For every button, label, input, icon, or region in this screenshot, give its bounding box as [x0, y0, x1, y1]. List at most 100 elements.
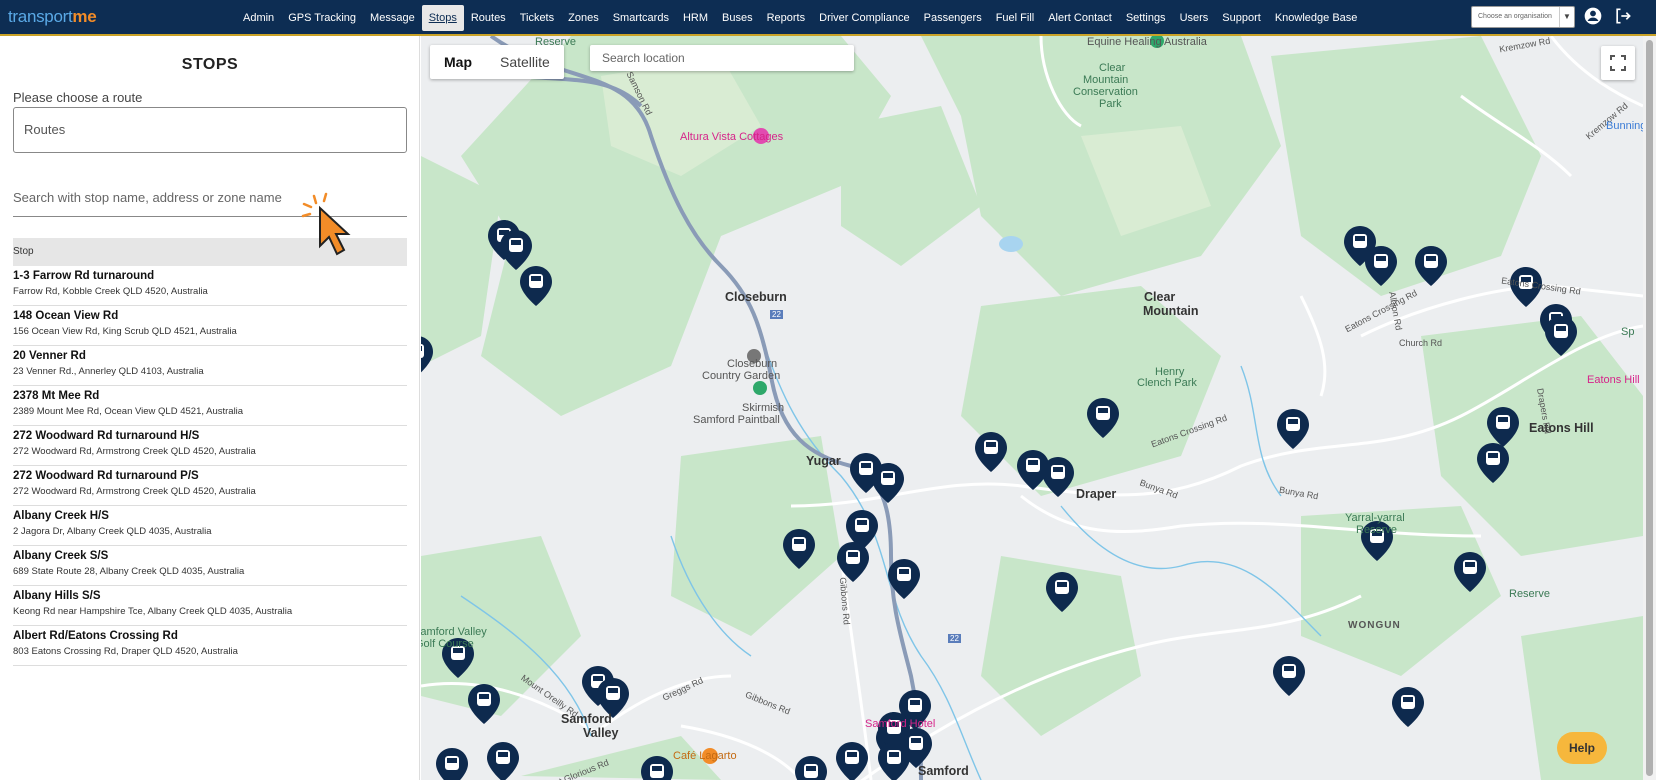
stop-name: 20 Venner Rd	[13, 350, 86, 362]
account-icon[interactable]	[1583, 6, 1603, 26]
town-yugar: Yugar	[806, 454, 841, 468]
stop-list-item[interactable]: 20 Venner Rd 23 Venner Rd., Annerley QLD …	[13, 346, 407, 386]
route-select[interactable]: Routes	[13, 107, 407, 153]
bus-stop-marker[interactable]	[436, 748, 468, 780]
place-altura: Altura Vista Cottages	[680, 131, 784, 143]
nav-item-driver-compliance[interactable]: Driver Compliance	[812, 5, 916, 31]
town-eatons-hill-1: Eatons Hill	[1587, 374, 1640, 386]
nav-item-stops[interactable]: Stops	[421, 5, 464, 31]
nav-item-zones[interactable]: Zones	[561, 5, 606, 31]
town-samford-valley-2: Valley	[583, 726, 619, 740]
nav-item-settings[interactable]: Settings	[1119, 5, 1173, 31]
stop-name: Albany Hills S/S	[13, 590, 101, 602]
stop-list-item[interactable]: 272 Woodward Rd turnaround P/S 272 Woodwa…	[13, 466, 407, 506]
map-search-input[interactable]: Search location	[590, 45, 854, 71]
place-skirmish-1: Skirmish	[742, 402, 785, 414]
nav-item-routes[interactable]: Routes	[464, 5, 513, 31]
nav-item-knowledge-base[interactable]: Knowledge Base	[1268, 5, 1365, 31]
place-clear-mountain-park-2: Mountain	[1083, 74, 1129, 86]
stop-address: 156 Ocean View Rd, King Scrub QLD 4521, …	[13, 326, 237, 337]
stop-address: 23 Venner Rd., Annerley QLD 4103, Austra…	[13, 366, 204, 377]
place-equine: Equine Healing Australia	[1087, 36, 1207, 48]
town-clear-mountain-2: Mountain	[1143, 304, 1199, 318]
page-scrollbar[interactable]	[1643, 36, 1656, 780]
stop-list-item[interactable]: 1-3 Farrow Rd turnaround Farrow Rd, Kobbl…	[13, 266, 407, 306]
logout-icon[interactable]	[1613, 6, 1633, 26]
stop-name: 1-3 Farrow Rd turnaround	[13, 270, 155, 282]
map-view[interactable]: Equine Healing Australia Clear Mountain …	[421, 36, 1643, 780]
map-type-satellite-button[interactable]: Satellite	[486, 45, 564, 79]
map-canvas	[421, 36, 1643, 780]
highway-22-shield-a: 22	[770, 310, 783, 319]
suburb-wongun: WONGUN	[1348, 620, 1401, 631]
nav-item-support[interactable]: Support	[1215, 5, 1268, 31]
place-cafe-lagarto: Café Lagarto	[673, 750, 737, 762]
page-title: STOPS	[181, 56, 239, 73]
road-church: Church Rd	[1399, 338, 1443, 348]
fullscreen-button[interactable]	[1601, 46, 1635, 80]
top-navbar: transportme Admin GPS Tracking Message Stop…	[0, 0, 1656, 36]
chevron-down-icon: ▼	[1559, 7, 1574, 27]
stop-address: 272 Woodward Rd, Armstrong Creek QLD 452…	[13, 486, 256, 497]
poi-skirmish-marker[interactable]	[753, 381, 767, 395]
help-button[interactable]: Help	[1557, 732, 1607, 764]
nav-item-alert-contact[interactable]: Alert Contact	[1041, 5, 1119, 31]
stops-list: 1-3 Farrow Rd turnaround Farrow Rd, Kobbl…	[13, 266, 407, 666]
nav-item-passengers[interactable]: Passengers	[917, 5, 989, 31]
stop-list-item[interactable]: 272 Woodward Rd turnaround H/S 272 Woodwa…	[13, 426, 407, 466]
stop-name: 272 Woodward Rd turnaround H/S	[13, 430, 200, 442]
place-clear-mountain-park-3: Conservation	[1073, 86, 1138, 98]
stop-list-item[interactable]: 2378 Mt Mee Rd 2389 Mount Mee Rd, Ocean V…	[13, 386, 407, 426]
stop-address: Keong Rd near Hampshire Tce, Albany Cree…	[13, 606, 293, 617]
place-clear-mountain-park-1: Clear	[1099, 62, 1126, 74]
scrollbar-thumb[interactable]	[1646, 40, 1653, 776]
place-henry-2: Clench Park	[1137, 377, 1197, 389]
nav-item-tickets[interactable]: Tickets	[513, 5, 561, 31]
stop-list-item[interactable]: Albany Creek H/S 2 Jagora Dr, Albany Cree…	[13, 506, 407, 546]
map-type-map-button[interactable]: Map	[430, 45, 486, 79]
place-sp: Sp	[1621, 326, 1635, 338]
stop-address: 272 Woodward Rd, Armstrong Creek QLD 452…	[13, 446, 256, 457]
place-bunnings: Bunnings	[1606, 120, 1643, 132]
stop-list-item[interactable]: Albert Rd/Eatons Crossing Rd 803 Eatons C…	[13, 626, 407, 666]
stop-list-item[interactable]: Albany Hills S/S Keong Rd near Hampshire …	[13, 586, 407, 626]
town-closeburn: Closeburn	[725, 290, 787, 304]
town-samford: Samford	[918, 764, 969, 778]
nav-item-buses[interactable]: Buses	[715, 5, 760, 31]
organisation-select[interactable]: Choose an organisation ▼	[1471, 6, 1575, 28]
stop-name: 148 Ocean View Rd	[13, 310, 119, 322]
stop-name: Albany Creek H/S	[13, 510, 109, 522]
place-yarral-2: Reserve	[1356, 524, 1397, 536]
town-eatons-hill-2: Eatons Hill	[1529, 421, 1594, 435]
nav-item-message[interactable]: Message	[363, 5, 422, 31]
stop-address: 2 Jagora Dr, Albany Creek QLD 4035, Aust…	[13, 526, 212, 537]
place-closeburn-country-garden-1: Closeburn	[727, 358, 778, 370]
stop-name: 272 Woodward Rd turnaround P/S	[13, 470, 199, 482]
nav-item-gps-tracking[interactable]: GPS Tracking	[281, 5, 363, 31]
map-type-toggle: Map Satellite	[430, 45, 564, 79]
place-closeburn-country-garden-2: Country Garden	[702, 370, 781, 382]
nav-item-reports[interactable]: Reports	[760, 5, 813, 31]
stop-address: 803 Eatons Crossing Rd, Draper QLD 4520,…	[13, 646, 238, 657]
stop-address: 689 State Route 28, Albany Creek QLD 403…	[13, 566, 245, 577]
stop-name: 2378 Mt Mee Rd	[13, 390, 100, 402]
town-clear-mountain-1: Clear	[1144, 290, 1176, 304]
place-skirmish-2: Samford Paintball	[693, 414, 780, 426]
stops-panel: STOPS Please choose a route Routes Stop …	[0, 36, 420, 780]
stop-list-item[interactable]: Albany Creek S/S 689 State Route 28, Alba…	[13, 546, 407, 586]
nav-item-smartcards[interactable]: Smartcards	[606, 5, 676, 31]
column-header-stop[interactable]: Stop	[13, 246, 34, 257]
fullscreen-icon	[1610, 55, 1626, 71]
stop-name: Albert Rd/Eatons Crossing Rd	[13, 630, 178, 642]
nav-item-hrm[interactable]: HRM	[676, 5, 715, 31]
nav-item-fuel-fill[interactable]: Fuel Fill	[989, 5, 1042, 31]
stop-list-item[interactable]: 148 Ocean View Rd 156 Ocean View Rd, King…	[13, 306, 407, 346]
main-nav: Admin GPS Tracking Message Stops Routes Ticke…	[236, 0, 1364, 36]
nav-item-users[interactable]: Users	[1173, 5, 1216, 31]
nav-item-admin[interactable]: Admin	[236, 5, 281, 31]
town-draper: Draper	[1076, 487, 1117, 501]
place-golf-1: Samford Valley	[421, 626, 487, 638]
route-label: Please choose a route	[13, 90, 143, 105]
place-samford-hotel: Samford Hotel	[865, 718, 936, 730]
app-logo[interactable]: transportme	[8, 7, 97, 27]
